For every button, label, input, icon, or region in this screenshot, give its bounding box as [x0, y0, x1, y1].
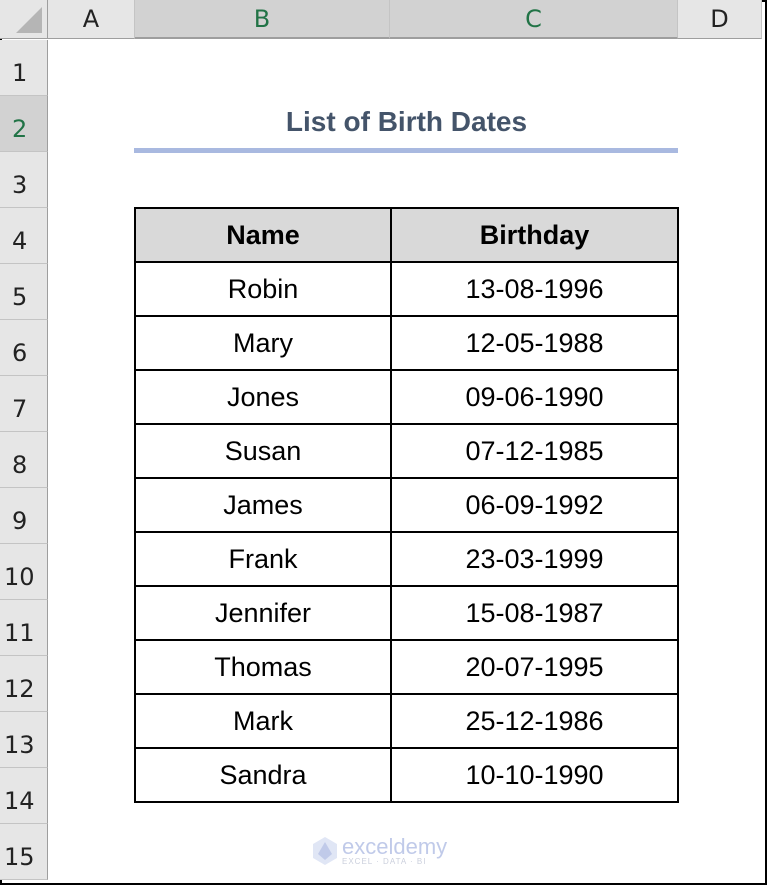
table-row: Jennifer 15-08-1987 [134, 585, 679, 641]
row-header-9[interactable]: 9 [0, 488, 48, 544]
row-header-3[interactable]: 3 [0, 152, 48, 208]
header-birthday[interactable]: Birthday [390, 207, 679, 263]
birthday-cell[interactable]: 25-12-1986 [390, 693, 679, 749]
row-header-2[interactable]: 2 [0, 96, 48, 152]
sheet-title[interactable]: List of Birth Dates [135, 100, 678, 144]
name-cell[interactable]: Mark [134, 693, 392, 749]
birthday-cell[interactable]: 23-03-1999 [390, 531, 679, 587]
birthdays-table: Name Birthday Robin 13-08-1996 Mary 12-05-… [134, 207, 679, 803]
table-row: Frank 23-03-1999 [134, 531, 679, 587]
name-cell[interactable]: Jones [134, 369, 392, 425]
column-header-b[interactable]: B [135, 0, 390, 39]
table-row: Susan 07-12-1985 [134, 423, 679, 479]
table-row: Robin 13-08-1996 [134, 261, 679, 317]
column-header-a[interactable]: A [48, 0, 135, 39]
table-row: Jones 09-06-1990 [134, 369, 679, 425]
birthday-cell[interactable]: 06-09-1992 [390, 477, 679, 533]
column-header-d[interactable]: D [678, 0, 762, 39]
birthday-cell[interactable]: 12-05-1988 [390, 315, 679, 371]
row-header-7[interactable]: 7 [0, 376, 48, 432]
row-header-10[interactable]: 10 [0, 544, 48, 600]
name-cell[interactable]: Frank [134, 531, 392, 587]
select-all-triangle-icon [16, 7, 42, 33]
birthday-cell[interactable]: 15-08-1987 [390, 585, 679, 641]
name-cell[interactable]: Robin [134, 261, 392, 317]
watermark-name: exceldemy [342, 834, 448, 859]
name-cell[interactable]: Sandra [134, 747, 392, 803]
row-header-11[interactable]: 11 [0, 600, 48, 656]
birthday-cell[interactable]: 13-08-1996 [390, 261, 679, 317]
name-cell[interactable]: Jennifer [134, 585, 392, 641]
title-underline [134, 148, 678, 153]
name-cell[interactable]: Mary [134, 315, 392, 371]
name-cell[interactable]: Susan [134, 423, 392, 479]
column-header-c[interactable]: C [390, 0, 678, 39]
table-row: Mark 25-12-1986 [134, 693, 679, 749]
row-header-4[interactable]: 4 [0, 208, 48, 264]
table-header-row: Name Birthday [134, 207, 679, 263]
select-all-button[interactable] [0, 0, 48, 39]
exceldemy-watermark: exceldemy EXCEL · DATA · BI [312, 836, 447, 866]
exceldemy-logo-icon [312, 836, 338, 866]
row-header-13[interactable]: 13 [0, 712, 48, 768]
row-header-5[interactable]: 5 [0, 264, 48, 320]
birthday-cell[interactable]: 07-12-1985 [390, 423, 679, 479]
row-header-6[interactable]: 6 [0, 320, 48, 376]
row-header-1[interactable]: 1 [0, 40, 48, 96]
watermark-tagline: EXCEL · DATA · BI [342, 857, 427, 866]
name-cell[interactable]: James [134, 477, 392, 533]
table-row: James 06-09-1992 [134, 477, 679, 533]
birthday-cell[interactable]: 10-10-1990 [390, 747, 679, 803]
table-row: Sandra 10-10-1990 [134, 747, 679, 803]
table-row: Thomas 20-07-1995 [134, 639, 679, 695]
table-row: Mary 12-05-1988 [134, 315, 679, 371]
birthday-cell[interactable]: 09-06-1990 [390, 369, 679, 425]
row-header-15[interactable]: 15 [0, 824, 48, 880]
birthday-cell[interactable]: 20-07-1995 [390, 639, 679, 695]
header-name[interactable]: Name [134, 207, 392, 263]
name-cell[interactable]: Thomas [134, 639, 392, 695]
row-header-12[interactable]: 12 [0, 656, 48, 712]
row-header-8[interactable]: 8 [0, 432, 48, 488]
row-header-14[interactable]: 14 [0, 768, 48, 824]
